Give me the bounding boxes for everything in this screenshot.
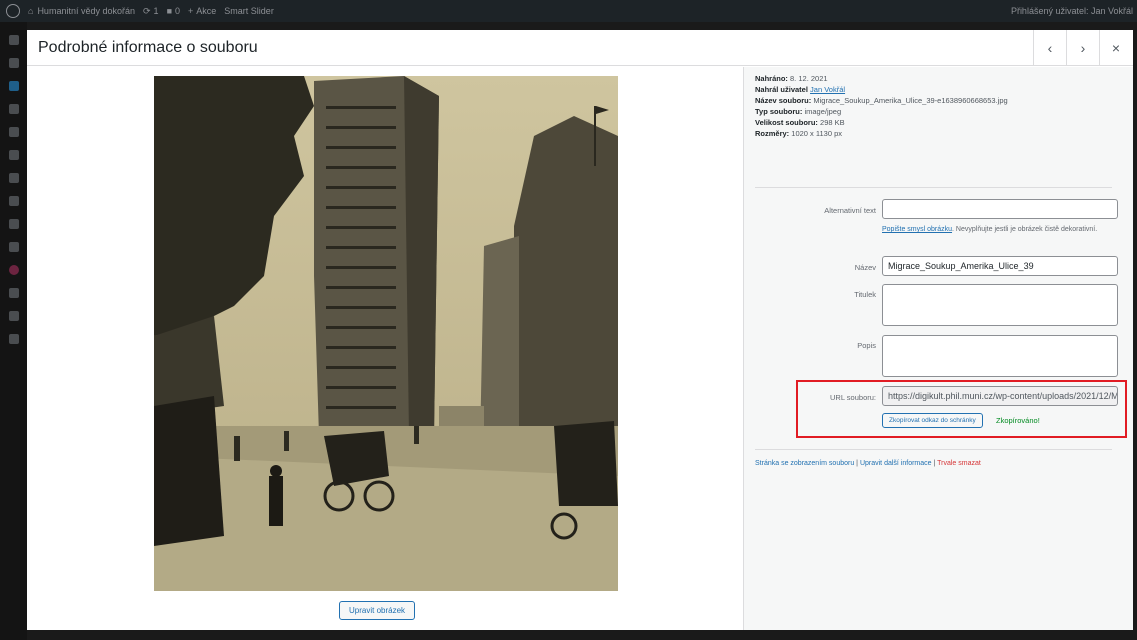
plugins-icon[interactable]	[8, 173, 19, 183]
chevron-left-icon: ‹	[1047, 40, 1053, 56]
smart-slider-item[interactable]: Smart Slider	[224, 6, 274, 16]
pages-icon[interactable]	[8, 104, 19, 114]
media-preview-area: Upravit obrázek	[27, 67, 743, 630]
chevron-right-icon: ›	[1080, 40, 1086, 56]
uploaded-by: Nahrál uživatel Jan Vokřál	[755, 85, 846, 94]
attachment-image	[154, 76, 618, 591]
edit-more-details-link[interactable]: Upravit další informace	[860, 460, 932, 467]
highlight-box	[796, 380, 1127, 438]
previous-button[interactable]: ‹	[1033, 30, 1066, 66]
pin-icon[interactable]	[8, 58, 19, 68]
refresh-icon: ⟳	[143, 5, 151, 16]
title-input[interactable]: Migrace_Soukup_Amerika_Ulice_39	[882, 256, 1118, 276]
admin-sidebar	[0, 22, 27, 640]
tools-icon[interactable]	[8, 219, 19, 229]
home-icon: ⌂	[28, 6, 34, 16]
description-textarea[interactable]	[882, 335, 1118, 377]
appearance-icon[interactable]	[8, 150, 19, 160]
view-attachment-page-link[interactable]: Stránka se zobrazením souboru	[755, 460, 854, 467]
attachment-actions: Stránka se zobrazením souboru | Upravit …	[755, 460, 981, 467]
new-content-item[interactable]: + Akce	[188, 6, 216, 16]
user-account-item[interactable]: Přihlášený uživatel: Jan Vokřál	[1011, 6, 1133, 16]
alt-text-label: Alternativní text	[824, 206, 876, 215]
file-type: Typ souboru: image/jpeg	[755, 107, 842, 116]
comment-icon: ■	[166, 6, 172, 16]
caption-label: Titulek	[854, 290, 876, 299]
file-meta: Nahráno: 8. 12. 2021 Nahrál uživatel Jan…	[755, 73, 1008, 139]
gear-icon[interactable]	[8, 288, 19, 298]
street-photo-illustration	[154, 76, 618, 591]
settings-icon[interactable]	[8, 242, 19, 252]
close-button[interactable]: ×	[1099, 30, 1132, 66]
comments-menu-icon[interactable]	[8, 127, 19, 137]
attachment-details-modal: Podrobné informace o souboru ‹ › × Uprav…	[27, 30, 1133, 630]
next-button[interactable]: ›	[1066, 30, 1099, 66]
users-icon[interactable]	[8, 196, 19, 206]
admin-bar: ⌂ Humanitní vědy dokořán ⟳ 1 ■ 0 + Akce …	[0, 0, 1137, 22]
alt-text-help-link[interactable]: Popište smysl obrázku	[882, 226, 952, 233]
updates-item[interactable]: ⟳ 1	[143, 6, 159, 17]
media-icon[interactable]	[8, 81, 19, 91]
gear-icon[interactable]	[8, 311, 19, 321]
edit-image-button[interactable]: Upravit obrázek	[339, 601, 416, 620]
dashboard-icon[interactable]	[8, 35, 19, 45]
file-name: Název souboru: Migrace_Soukup_Amerika_Ul…	[755, 96, 1008, 105]
divider	[755, 449, 1112, 450]
divider	[755, 187, 1112, 188]
attachment-details-sidebar: Nahráno: 8. 12. 2021 Nahrál uživatel Jan…	[743, 67, 1133, 630]
close-icon: ×	[1111, 40, 1121, 56]
wordpress-logo-icon[interactable]	[6, 4, 20, 18]
caption-textarea[interactable]	[882, 284, 1118, 326]
plugin-circle-icon[interactable]	[8, 265, 19, 275]
file-size: Velikost souboru: 298 KB	[755, 118, 845, 127]
uploader-link[interactable]: Jan Vokřál	[810, 85, 845, 94]
alt-text-help: Popište smysl obrázku. Nevyplňujte jestl…	[882, 226, 1098, 233]
modal-title: Podrobné informace o souboru	[38, 39, 258, 56]
description-label: Popis	[857, 341, 876, 350]
uploaded-date: Nahráno: 8. 12. 2021	[755, 74, 828, 83]
site-name-item[interactable]: ⌂ Humanitní vědy dokořán	[28, 6, 135, 16]
comments-item[interactable]: ■ 0	[167, 6, 180, 16]
alt-text-input[interactable]	[882, 199, 1118, 219]
modal-header: Podrobné informace o souboru ‹ › ×	[27, 30, 1133, 66]
file-dimensions: Rozměry: 1020 x 1130 px	[755, 129, 843, 138]
plus-icon: +	[188, 6, 194, 16]
collapse-icon[interactable]	[8, 334, 19, 344]
title-label: Název	[854, 263, 876, 272]
delete-permanently-link[interactable]: Trvale smazat	[937, 460, 981, 467]
